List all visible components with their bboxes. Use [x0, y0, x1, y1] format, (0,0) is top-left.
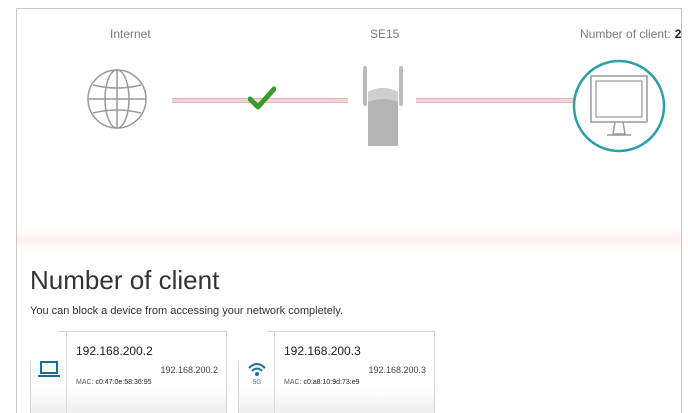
client-ip-secondary: 192.168.200.2 — [160, 365, 218, 375]
mac-value: c0:47:0e:58:36:95 — [95, 379, 152, 386]
section-description: You can block a device from accessing yo… — [30, 305, 344, 317]
internet-label: Internet — [110, 27, 151, 41]
card-corner — [30, 331, 60, 361]
card-corner — [238, 331, 268, 361]
device-label: SE15 — [370, 27, 400, 41]
client-card[interactable]: 192.168.200.2 192.168.200.2 MAC: c0:47:0… — [30, 331, 227, 413]
client-ip: 192.168.200.2 — [76, 344, 153, 358]
client-link-line — [416, 98, 576, 103]
clients-count: 2 — [674, 27, 682, 41]
card-divider — [274, 332, 275, 413]
mac-value: c0:a8:10:9d:73:e9 — [303, 379, 360, 386]
card-divider — [66, 332, 67, 413]
section-title: Number of client — [30, 265, 220, 295]
client-mac: MAC: c0:47:0e:58:36:95 — [76, 379, 152, 386]
client-mac: MAC: c0:a8:10:9d:73:e9 — [284, 379, 360, 386]
laptop-icon — [38, 361, 60, 377]
wifi-5g-icon: 5G — [248, 363, 266, 386]
section-divider — [17, 228, 681, 250]
client-ip-secondary: 192.168.200.3 — [368, 365, 426, 375]
mac-label: MAC: — [284, 379, 302, 386]
connected-check-icon — [248, 86, 276, 110]
extender-device-icon[interactable] — [358, 62, 408, 150]
client-ip: 192.168.200.3 — [284, 344, 361, 358]
band-label: 5G — [253, 380, 261, 386]
internet-globe-icon[interactable] — [86, 68, 148, 130]
clients-label-text: Number of client: — [580, 27, 671, 41]
clients-count-label[interactable]: Number of client: 2 — [580, 27, 681, 41]
client-monitor-icon[interactable] — [571, 58, 667, 154]
client-card[interactable]: 5G 192.168.200.3 192.168.200.3 MAC: c0:a… — [238, 331, 435, 413]
mac-label: MAC: — [76, 379, 94, 386]
